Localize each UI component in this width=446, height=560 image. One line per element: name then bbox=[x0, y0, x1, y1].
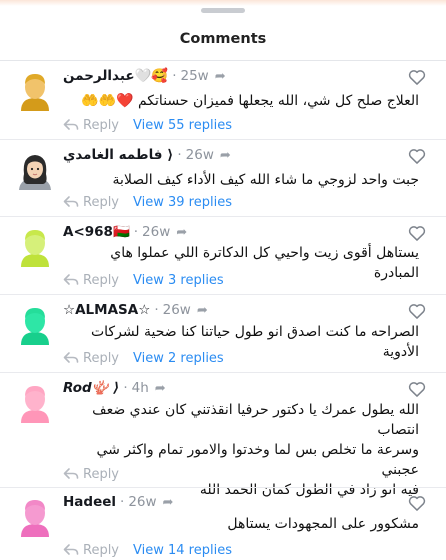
share-icon[interactable]: ➦ bbox=[220, 148, 231, 163]
reply-icon[interactable] bbox=[63, 273, 79, 287]
reply-icon[interactable] bbox=[63, 351, 79, 365]
comment-divider bbox=[0, 372, 446, 373]
comment-header: فاطمه الغامدي ⟩ · 26w ➦ bbox=[63, 147, 231, 163]
comment-text: الله يطول عمرك يا دكتور حرفيا انقذتني كا… bbox=[63, 400, 419, 500]
comment-header: عبدالرحمن🤍🥰 · 25w ➦ bbox=[63, 68, 226, 84]
share-icon[interactable]: ➦ bbox=[197, 303, 208, 318]
reply-icon[interactable] bbox=[63, 543, 79, 557]
sheet-title: Comments bbox=[179, 31, 267, 47]
reply-icon[interactable] bbox=[63, 467, 79, 481]
timestamp: 26w bbox=[185, 147, 214, 163]
comment-actions: Reply View 55 replies bbox=[63, 115, 232, 135]
comment-actions: Reply View 39 replies bbox=[63, 192, 232, 212]
timestamp: 26w bbox=[142, 224, 171, 240]
comment-header: Hadeel · 26w ➦ bbox=[63, 494, 174, 510]
username[interactable]: Rod🪸 ⟩ bbox=[63, 380, 119, 396]
heart-icon[interactable] bbox=[407, 67, 427, 87]
user-avatar[interactable] bbox=[15, 227, 55, 267]
heart-icon[interactable] bbox=[407, 379, 427, 399]
heart-icon[interactable] bbox=[407, 146, 427, 166]
comment-divider bbox=[0, 294, 446, 295]
username[interactable]: Hadeel bbox=[63, 494, 116, 510]
share-icon[interactable]: ➦ bbox=[176, 225, 187, 240]
share-icon[interactable]: ➦ bbox=[215, 69, 226, 84]
comment-divider bbox=[0, 139, 446, 140]
header-divider bbox=[0, 60, 446, 61]
reply-button[interactable]: Reply bbox=[83, 195, 119, 210]
view-replies-link[interactable]: View 39 replies bbox=[133, 195, 232, 210]
view-replies-link[interactable]: View 3 replies bbox=[133, 273, 224, 288]
username[interactable]: ☆ALMASA☆ bbox=[63, 302, 150, 318]
view-replies-link[interactable]: View 2 replies bbox=[133, 351, 224, 366]
user-avatar[interactable] bbox=[15, 150, 55, 190]
comment-actions: Reply bbox=[63, 464, 133, 484]
share-icon[interactable]: ➦ bbox=[155, 381, 166, 396]
view-replies-link[interactable]: View 14 replies bbox=[133, 543, 232, 558]
timestamp: 26w bbox=[128, 494, 157, 510]
timestamp: 26w bbox=[162, 302, 191, 318]
heart-icon[interactable] bbox=[407, 493, 427, 513]
comment-actions: Reply View 3 replies bbox=[63, 270, 224, 290]
reply-button[interactable]: Reply bbox=[83, 118, 119, 133]
reply-button[interactable]: Reply bbox=[83, 543, 119, 558]
heart-icon[interactable] bbox=[407, 301, 427, 321]
username[interactable]: فاطمه الغامدي ⟩ bbox=[63, 147, 173, 163]
heart-icon[interactable] bbox=[407, 223, 427, 243]
reply-icon[interactable] bbox=[63, 118, 79, 132]
comment-text: العلاج صلح كل شي، الله يجعلها فميزان حسن… bbox=[81, 93, 419, 109]
comment-divider bbox=[0, 487, 446, 488]
comment-text-line: الله يطول عمرك يا دكتور حرفيا انقذتني كا… bbox=[92, 402, 419, 438]
comment-actions: Reply View 14 replies bbox=[63, 540, 232, 560]
sheet-drag-handle[interactable] bbox=[201, 8, 245, 13]
user-avatar[interactable] bbox=[15, 305, 55, 345]
share-icon[interactable]: ➦ bbox=[163, 495, 174, 510]
view-replies-link[interactable]: View 55 replies bbox=[133, 118, 232, 133]
comment-text: جبت واحد لزوجي ما شاء الله كيف الأداء كي… bbox=[112, 172, 419, 188]
timestamp: 25w bbox=[180, 68, 209, 84]
reply-icon[interactable] bbox=[63, 195, 79, 209]
comment-header: Rod🪸 ⟩ · 4h ➦ bbox=[63, 380, 166, 396]
background-strip bbox=[0, 0, 446, 6]
comment-text: مشكوور على المجهودات يستاهل bbox=[227, 516, 419, 532]
user-avatar[interactable] bbox=[15, 383, 55, 423]
user-avatar[interactable] bbox=[15, 71, 55, 111]
reply-button[interactable]: Reply bbox=[83, 467, 119, 482]
comment-header: A<968🇴🇲 · 26w ➦ bbox=[63, 224, 188, 240]
comment-header: ☆ALMASA☆ · 26w ➦ bbox=[63, 302, 208, 318]
reply-button[interactable]: Reply bbox=[83, 273, 119, 288]
reply-button[interactable]: Reply bbox=[83, 351, 119, 366]
user-avatar[interactable] bbox=[15, 497, 55, 537]
timestamp: 4h bbox=[131, 380, 149, 396]
username[interactable]: عبدالرحمن🤍🥰 bbox=[63, 68, 168, 84]
comment-divider bbox=[0, 216, 446, 217]
comment-actions: Reply View 2 replies bbox=[63, 348, 224, 368]
username[interactable]: A<968🇴🇲 bbox=[63, 224, 130, 240]
